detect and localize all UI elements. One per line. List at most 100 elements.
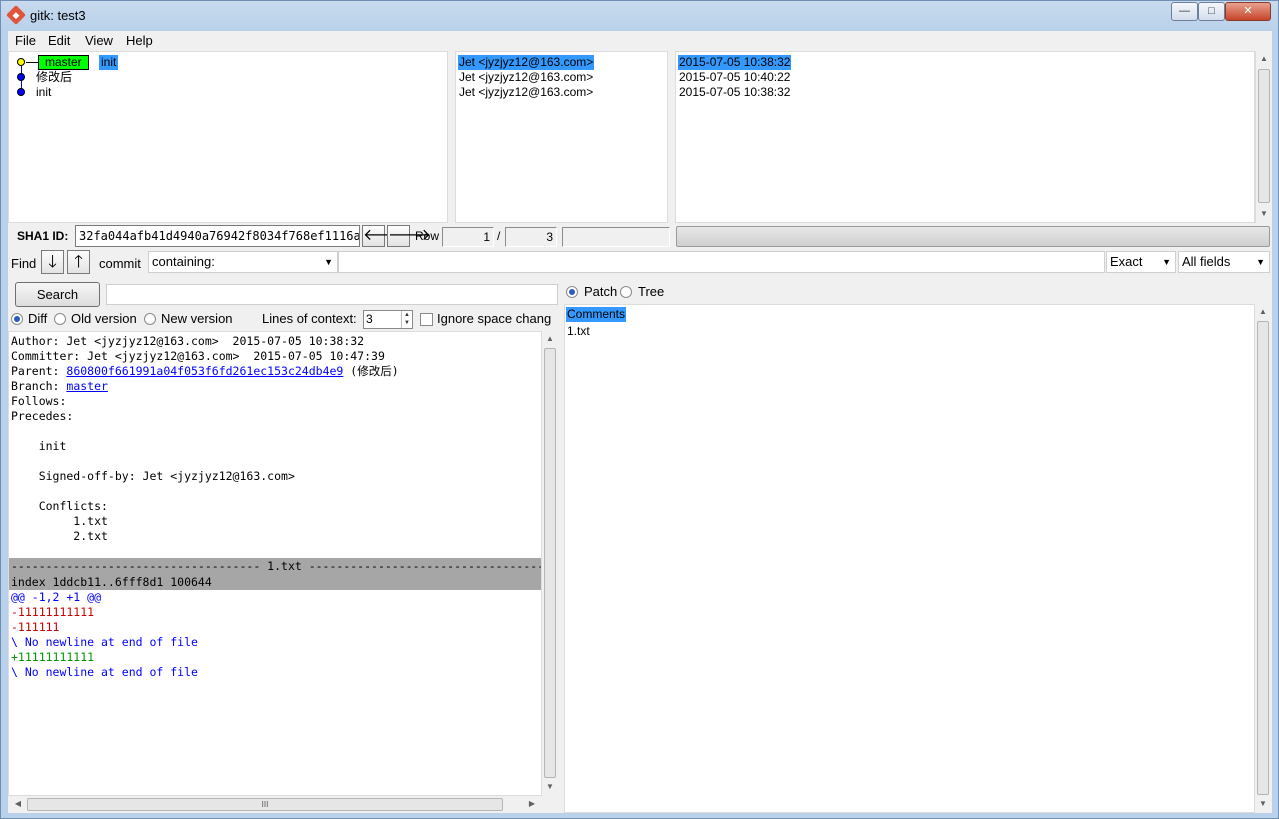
- commit-dot[interactable]: [17, 88, 25, 96]
- back-arrow-icon[interactable]: 🡐: [362, 225, 406, 247]
- parent-sha-link[interactable]: 860800f661991a04f053f6fd261ec153c24db4e9: [66, 364, 343, 378]
- diff-radio[interactable]: [11, 313, 23, 325]
- scroll-thumb[interactable]: [1258, 69, 1270, 203]
- scroll-left-icon[interactable]: ◀: [10, 796, 26, 812]
- row-separator: /: [497, 229, 501, 243]
- search-button[interactable]: Search: [15, 282, 100, 307]
- menu-help[interactable]: Help: [126, 33, 153, 48]
- sha-id-field[interactable]: 32fa044afb41d4940a76942f8034f768ef1116a1: [75, 225, 360, 247]
- gitk-window: ◆ gitk: test3 — □ ✕ File Edit View Help …: [0, 0, 1279, 819]
- file-item[interactable]: 1.txt: [567, 324, 590, 339]
- find-mode-value: containing:: [152, 254, 215, 269]
- commit-list-scrollbar[interactable]: ▲ ▼: [1255, 51, 1272, 223]
- file-list-scrollbar[interactable]: ▲ ▼: [1255, 304, 1272, 813]
- commit-message-2[interactable]: 修改后: [36, 70, 72, 85]
- row-current: 1: [442, 227, 494, 247]
- status-field: [562, 227, 670, 247]
- find-next-down-icon[interactable]: 🡓: [41, 250, 64, 274]
- find-match-value: Exact: [1110, 254, 1143, 269]
- ignore-space-label: Ignore space chang: [437, 311, 552, 326]
- new-version-radio[interactable]: [144, 313, 156, 325]
- branch-label: Branch:: [11, 379, 67, 393]
- commit-date-2[interactable]: 2015-07-05 10:40:22: [679, 70, 790, 85]
- scroll-down-icon[interactable]: ▼: [542, 779, 558, 795]
- commit-dot-head[interactable]: [17, 58, 25, 66]
- branch-link[interactable]: master: [66, 379, 108, 393]
- context-lines-value: 3: [366, 312, 373, 326]
- find-fields-select[interactable]: All fields ▼: [1178, 251, 1270, 273]
- sha-label: SHA1 ID:: [17, 229, 69, 243]
- graph-connector: [26, 62, 38, 63]
- menu-file[interactable]: File: [15, 33, 36, 48]
- parent-label: Parent:: [11, 364, 67, 378]
- diff-hunk-header: @@ -1,2 +1 @@: [11, 590, 102, 604]
- window-title: gitk: test3: [30, 8, 86, 23]
- scroll-down-icon[interactable]: ▼: [1256, 206, 1272, 222]
- commit-message-3[interactable]: init: [36, 85, 51, 100]
- signed-off-line: Signed-off-by: Jet <jyzjyz12@163.com>: [11, 469, 295, 483]
- scroll-up-icon[interactable]: ▲: [1255, 304, 1271, 320]
- scroll-up-icon[interactable]: ▲: [1256, 51, 1272, 67]
- new-version-label: New version: [161, 311, 233, 326]
- find-input[interactable]: [338, 251, 1105, 273]
- diff-index-line: index 1ddcb11..6fff8d1 100644: [11, 575, 212, 589]
- commit-author-1[interactable]: Jet <jyzjyz12@163.com>: [458, 55, 595, 70]
- diff-text-panel[interactable]: Author: Jet <jyzjyz12@163.com> 2015-07-0…: [8, 331, 542, 796]
- commit-date-3[interactable]: 2015-07-05 10:38:32: [679, 85, 790, 100]
- menu-edit[interactable]: Edit: [48, 33, 70, 48]
- tree-radio[interactable]: [620, 286, 632, 298]
- menu-bar: File Edit View Help: [8, 31, 1272, 50]
- maximize-button[interactable]: □: [1198, 2, 1225, 21]
- ignore-space-checkbox[interactable]: [420, 313, 433, 326]
- branch-tag-master[interactable]: master: [38, 55, 89, 70]
- diff-no-newline: \ No newline at end of file: [11, 665, 198, 679]
- find-match-select[interactable]: Exact ▼: [1106, 251, 1176, 273]
- commit-author-pane[interactable]: Jet <jyzjyz12@163.com> Jet <jyzjyz12@163…: [455, 51, 668, 223]
- find-mode-select[interactable]: containing: ▼: [148, 251, 338, 273]
- conflict-file: 1.txt: [11, 514, 108, 528]
- scroll-down-icon[interactable]: ▼: [1255, 796, 1271, 812]
- diff-removed-line: -111111: [11, 620, 60, 634]
- menu-view[interactable]: View: [85, 33, 113, 48]
- diff-file-header: ------------------------------------ 1.t…: [11, 559, 542, 573]
- scroll-thumb[interactable]: [1257, 321, 1269, 795]
- search-input[interactable]: [106, 284, 558, 305]
- row-total: 3: [505, 227, 557, 247]
- old-version-radio[interactable]: [54, 313, 66, 325]
- file-item-comments[interactable]: Comments: [566, 307, 627, 322]
- committer-line: Committer: Jet <jyzjyz12@163.com> 2015-0…: [11, 349, 385, 363]
- commit-author-2[interactable]: Jet <jyzjyz12@163.com>: [459, 70, 593, 85]
- diff-vertical-scrollbar[interactable]: ▲ ▼: [542, 331, 559, 796]
- git-app-icon: ◆: [6, 5, 26, 25]
- file-list-panel[interactable]: Comments 1.txt: [564, 304, 1255, 813]
- scroll-right-icon[interactable]: ▶: [524, 796, 540, 812]
- context-lines-stepper[interactable]: 3 ▲ ▼: [363, 310, 413, 329]
- find-type-label: commit: [99, 256, 141, 271]
- chevron-down-icon: ▼: [324, 257, 333, 267]
- commit-date-pane[interactable]: 2015-07-05 10:38:32 2015-07-05 10:40:22 …: [675, 51, 1255, 223]
- row-label: Row: [415, 229, 440, 243]
- conflicts-line: Conflicts:: [11, 499, 108, 513]
- tree-radio-label: Tree: [638, 284, 665, 299]
- commit-graph-pane[interactable]: master init 修改后 init: [8, 51, 448, 223]
- spin-arrows-icon[interactable]: ▲ ▼: [401, 311, 412, 328]
- commit-message-1[interactable]: init: [99, 55, 119, 70]
- minimize-button[interactable]: —: [1171, 2, 1198, 21]
- diff-horizontal-scrollbar[interactable]: ◀ III ▶: [8, 796, 542, 813]
- patch-radio[interactable]: [566, 286, 578, 298]
- scroll-thumb[interactable]: [544, 348, 556, 778]
- old-version-label: Old version: [71, 311, 137, 326]
- scroll-up-icon[interactable]: ▲: [542, 331, 558, 347]
- title-bar: ◆ gitk: test3 — □ ✕: [1, 1, 1278, 31]
- commit-date-1[interactable]: 2015-07-05 10:38:32: [678, 55, 792, 70]
- find-prev-up-icon[interactable]: 🡑: [67, 250, 90, 274]
- forward-arrow-icon[interactable]: 🡒: [387, 225, 431, 247]
- find-label: Find: [11, 256, 37, 271]
- scroll-thumb[interactable]: III: [27, 798, 503, 811]
- branch-line: Branch: master: [11, 379, 108, 394]
- commit-author-3[interactable]: Jet <jyzjyz12@163.com>: [459, 85, 593, 100]
- diff-no-newline: \ No newline at end of file: [11, 635, 198, 649]
- patch-radio-label: Patch: [584, 284, 618, 299]
- commit-dot[interactable]: [17, 73, 25, 81]
- close-button[interactable]: ✕: [1225, 2, 1271, 21]
